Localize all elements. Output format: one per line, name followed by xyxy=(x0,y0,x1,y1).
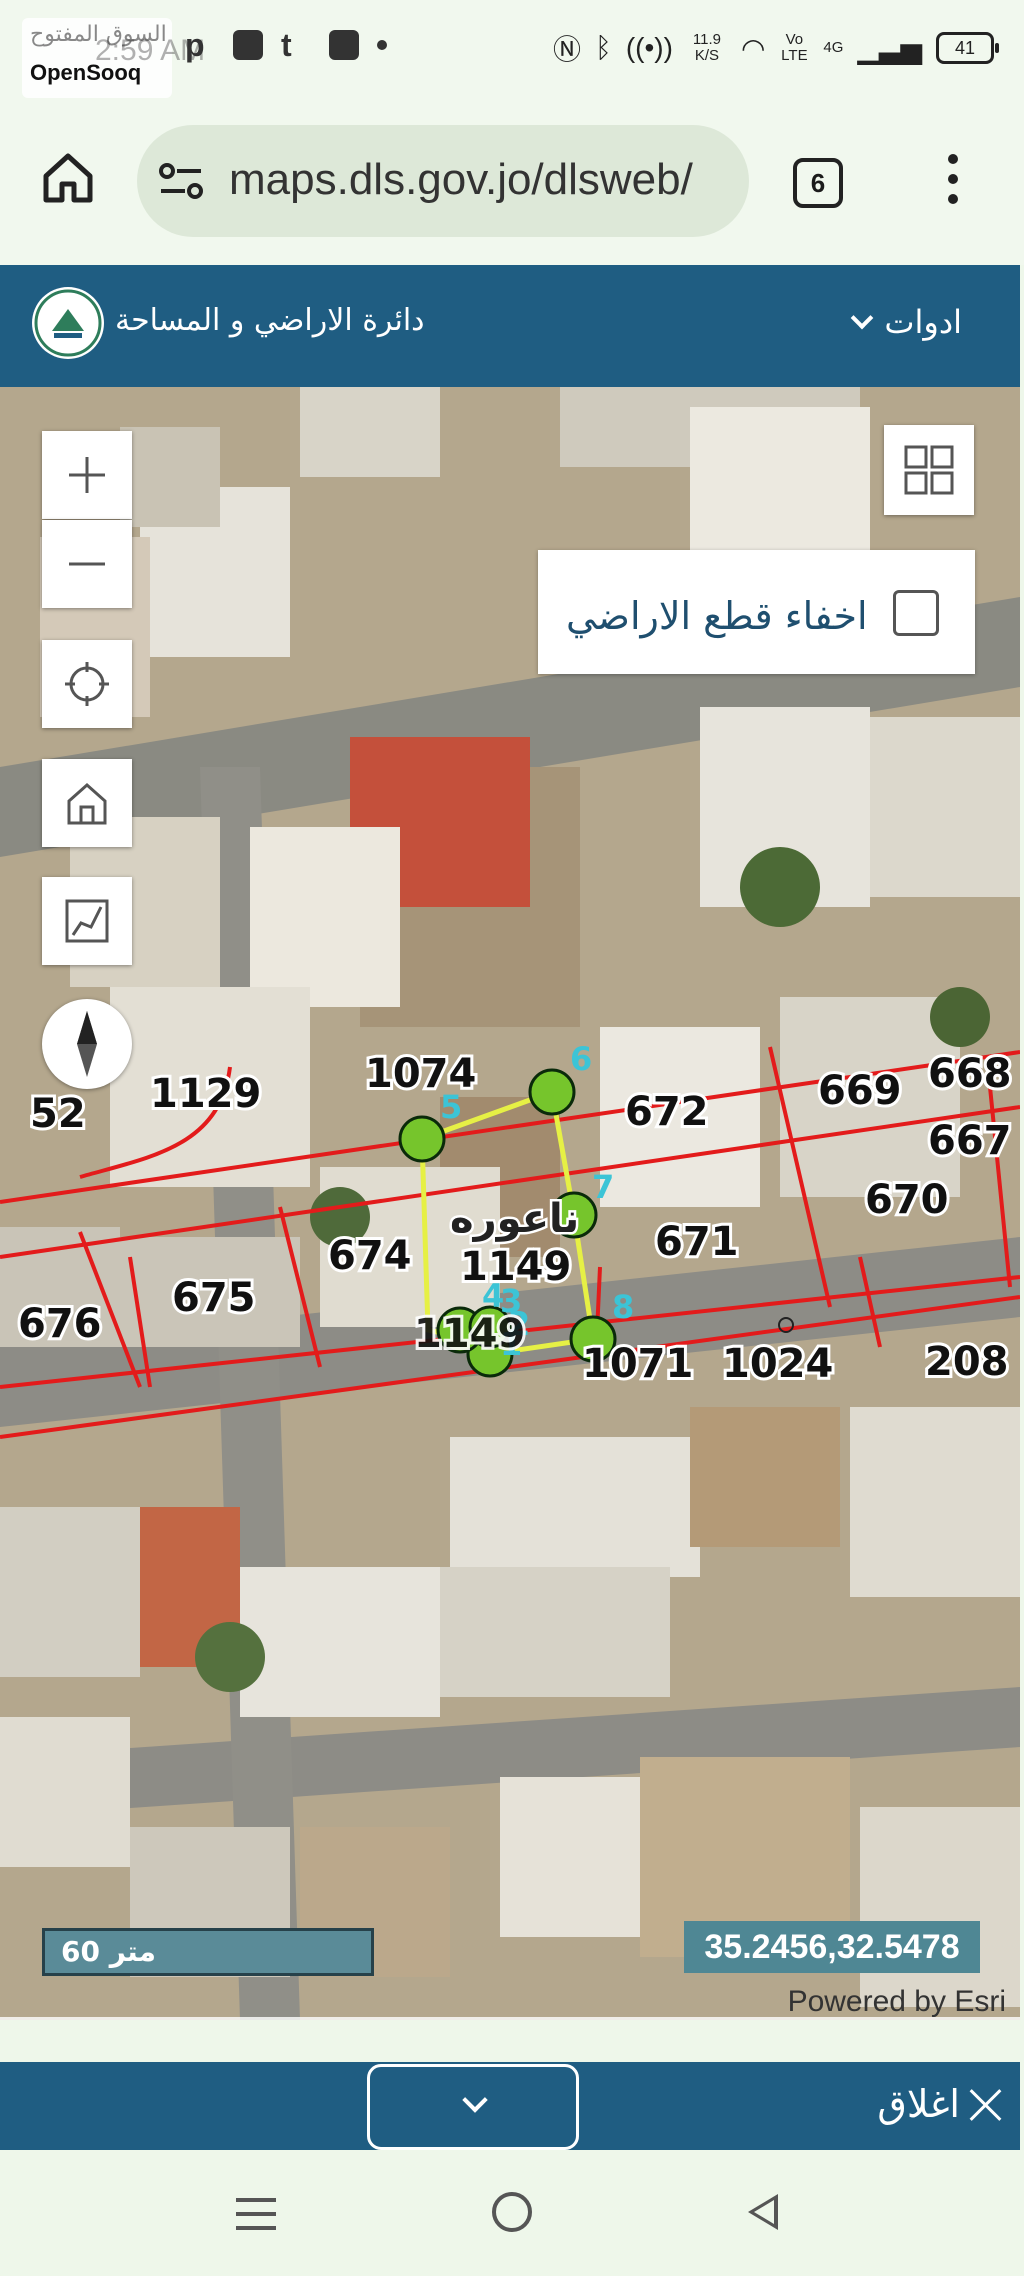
zoom-out-button[interactable] xyxy=(42,520,132,608)
parcel-number-668: 668 xyxy=(928,1051,1012,1097)
recent-apps-icon[interactable] xyxy=(236,2198,276,2232)
hide-parcels-checkbox[interactable] xyxy=(893,590,939,636)
signal-icon: ▁▃▅ xyxy=(857,32,922,64)
notification-icons: p t xyxy=(185,27,387,63)
crosshair-icon xyxy=(65,662,109,706)
scale-bar: 60 متر xyxy=(42,1928,374,1976)
expand-panel-button[interactable] xyxy=(367,2064,579,2150)
parcel-number-52: 52 xyxy=(30,1091,86,1137)
close-button[interactable]: اغلاق xyxy=(877,2082,1004,2126)
system-navigation-bar xyxy=(0,2150,1024,2276)
default-extent-button[interactable] xyxy=(42,759,132,847)
parcel-number-669: 669 xyxy=(818,1068,902,1114)
address-bar[interactable]: maps.dls.gov.jo/dlsweb/ xyxy=(137,125,749,237)
parcel-number-1149: 1149 xyxy=(460,1244,571,1290)
browser-toolbar: maps.dls.gov.jo/dlsweb/ 6 xyxy=(0,100,1024,265)
home-circle-icon[interactable] xyxy=(492,2192,532,2232)
browser-menu-icon[interactable] xyxy=(938,150,968,210)
chevron-down-icon xyxy=(851,306,874,330)
wifi-icon: ◠ xyxy=(740,32,766,64)
nfc-icon: Ⓝ xyxy=(553,34,582,65)
grid-icon xyxy=(904,445,954,495)
measure-icon xyxy=(65,899,109,943)
parcel-number-1024: 1024 xyxy=(722,1341,833,1387)
network-type: 4G xyxy=(823,39,844,56)
zoom-in-button[interactable] xyxy=(42,431,132,519)
close-label: اغلاق xyxy=(877,2082,960,2126)
system-indicators: Ⓝ ᛒ ((•)) 11.9 K/S ◠ Vo LTE 4G ▁▃▅ 41 xyxy=(553,28,999,68)
dls-logo xyxy=(32,287,104,359)
network-speed: 11.9 K/S xyxy=(692,31,721,64)
site-settings-icon[interactable] xyxy=(159,163,203,199)
pinterest-icon: p xyxy=(185,27,205,63)
volte-indicator: Vo LTE xyxy=(781,31,808,64)
hide-parcels-panel: اخفاء قطع الاراضي xyxy=(538,550,975,674)
minus-icon xyxy=(69,562,105,566)
battery-icon: 41 xyxy=(936,32,999,64)
app-notification-icon-2 xyxy=(329,30,359,60)
vertex-label-7: 7 xyxy=(592,1168,614,1206)
parcel-number-670: 670 xyxy=(865,1177,949,1223)
parcel-number-1071: 1071 xyxy=(582,1341,693,1387)
back-icon[interactable] xyxy=(748,2194,778,2230)
tools-label: ادوات xyxy=(884,303,962,341)
tools-menu[interactable]: ادوات xyxy=(851,303,962,341)
parcel-number-672: 672 xyxy=(625,1089,709,1135)
home-icon[interactable] xyxy=(40,150,96,206)
hotspot-icon: ((•)) xyxy=(625,32,673,63)
close-icon xyxy=(968,2086,1004,2122)
app-title: دائرة الاراضي و المساحة xyxy=(115,303,425,338)
house-icon xyxy=(67,782,107,825)
tumblr-icon: t xyxy=(281,27,292,63)
chevron-down-icon xyxy=(462,2087,488,2113)
measure-button[interactable] xyxy=(42,877,132,965)
parcel-number-671: 671 xyxy=(655,1219,739,1265)
esri-attribution[interactable]: Powered by Esri xyxy=(788,1985,1006,2019)
map-view[interactable]: 5 6 7 8 1 2 3 4 1074 1129 52 672 669 668… xyxy=(0,387,1020,2020)
parcel-number-1129: 1129 xyxy=(150,1071,261,1117)
compass-button[interactable] xyxy=(42,999,132,1089)
parcel-number-1074: 1074 xyxy=(365,1051,476,1097)
url-text[interactable]: maps.dls.gov.jo/dlsweb/ xyxy=(229,155,693,205)
parcel-number-675: 675 xyxy=(172,1275,256,1321)
plus-icon xyxy=(69,457,105,493)
hide-parcels-label: اخفاء قطع الاراضي xyxy=(566,594,868,638)
more-notifications-icon xyxy=(377,40,387,50)
status-bar: السوق المفتوح OpenSooq 2:59 AM p t Ⓝ ᛒ (… xyxy=(0,0,1024,100)
locate-me-button[interactable] xyxy=(42,640,132,728)
parcel-number-674: 674 xyxy=(328,1233,412,1279)
parcel-number-1149-partial: 1149 xyxy=(414,1311,525,1357)
vertex-label-6: 6 xyxy=(570,1040,592,1078)
app-header: دائرة الاراضي و المساحة ادوات xyxy=(0,265,1020,387)
parcel-number-667: 667 xyxy=(928,1118,1012,1164)
scale-label: 60 متر xyxy=(61,1935,156,1968)
owner-name-label: ناعوره xyxy=(450,1196,579,1242)
tab-switcher-button[interactable]: 6 xyxy=(793,158,843,208)
layers-button[interactable] xyxy=(884,425,974,515)
parcel-number-208: 208 xyxy=(925,1339,1009,1385)
coordinates-readout: 35.2456,32.5478 xyxy=(684,1921,980,1973)
vertex-label-8: 8 xyxy=(612,1288,634,1326)
parcel-number-676: 676 xyxy=(18,1301,102,1347)
compass-icon xyxy=(77,1011,97,1077)
bluetooth-icon: ᛒ xyxy=(595,32,612,63)
app-notification-icon xyxy=(233,30,263,60)
